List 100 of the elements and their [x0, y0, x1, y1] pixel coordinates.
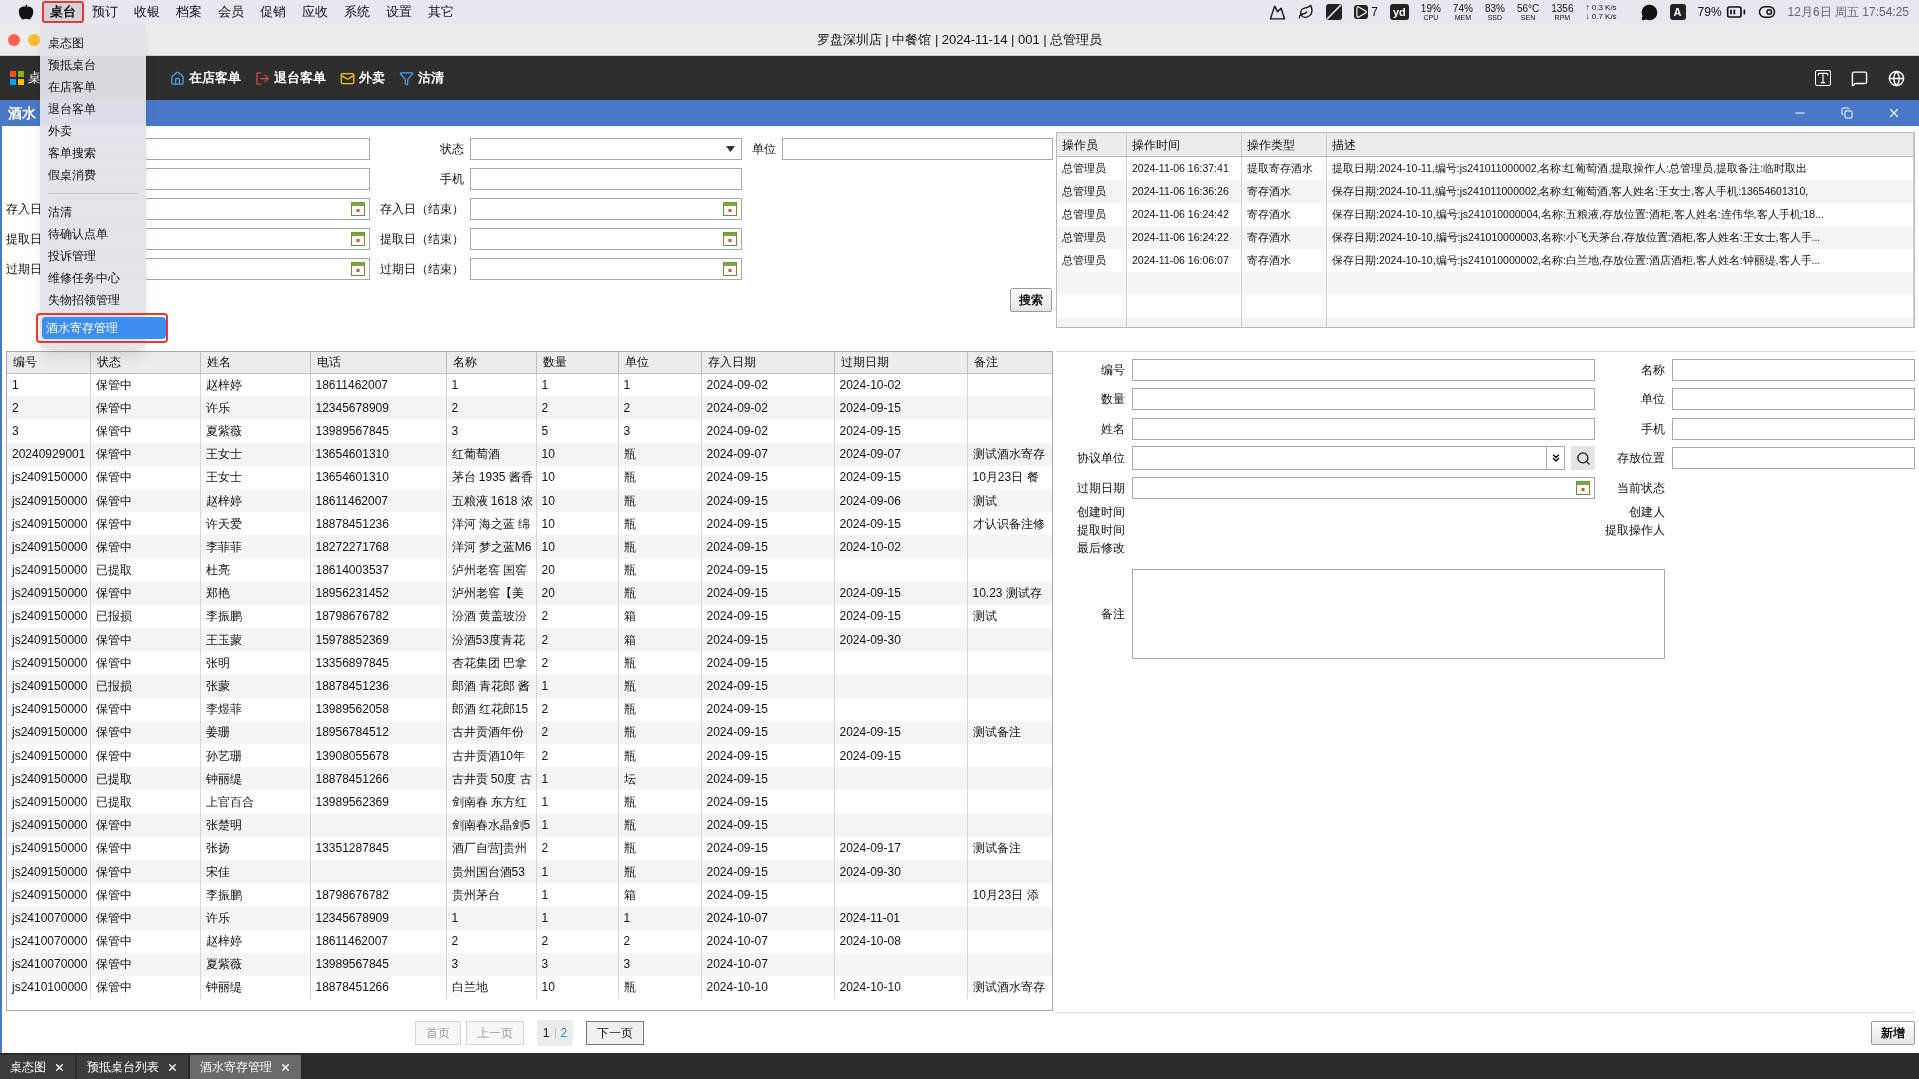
slash-icon[interactable] — [1326, 4, 1343, 20]
page-link[interactable]: 1 — [542, 1024, 550, 1042]
close-tab-icon[interactable] — [167, 1061, 178, 1073]
chat-icon[interactable] — [1640, 3, 1658, 21]
table-cell: 汾酒53度青花 — [451, 632, 525, 647]
close-tab-icon[interactable] — [54, 1061, 65, 1073]
app-logo[interactable]: yd — [1390, 4, 1409, 20]
column-header[interactable]: 备注 — [967, 352, 1052, 373]
table-cell: 18272271768 — [315, 539, 389, 554]
add-button[interactable]: 新增 — [1871, 1021, 1915, 1045]
menu-item[interactable]: 在店客单 — [44, 76, 142, 98]
column-header[interactable]: 状态 — [90, 352, 200, 373]
table-cell: 2024-09-02 — [706, 400, 768, 415]
leaf-icon[interactable] — [1298, 4, 1315, 20]
column-header[interactable]: 单位 — [618, 352, 701, 373]
table-cell: 2 — [623, 934, 631, 949]
menu-bar-item[interactable]: 桌台 — [42, 1, 84, 23]
menu-bar-item[interactable]: 预订 — [84, 1, 126, 23]
calendar-icon[interactable] — [723, 202, 737, 216]
input-field[interactable] — [1132, 417, 1595, 440]
tab[interactable]: 酒水寄存管理 — [190, 1055, 301, 1079]
column-header[interactable]: 操作时间 — [1127, 133, 1242, 156]
menu-item[interactable]: 投诉管理 — [44, 245, 142, 267]
menu-bar-item[interactable]: 系统 — [336, 1, 378, 23]
select-field[interactable] — [470, 138, 742, 160]
apple-icon[interactable] — [18, 4, 34, 20]
menu-bar-item[interactable]: 收银 — [126, 1, 168, 23]
menu-item[interactable]: 桌态图 — [44, 32, 142, 54]
input-source[interactable]: A — [1669, 4, 1686, 20]
input-field[interactable] — [1672, 417, 1915, 440]
input-field[interactable] — [470, 168, 742, 190]
calendar-icon[interactable] — [351, 232, 365, 246]
column-header[interactable]: 数量 — [536, 352, 618, 373]
table-cell: 10月23日 餐 — [972, 470, 1039, 485]
column-header[interactable]: 存入日期 — [701, 352, 834, 373]
table-cell: 2024-09-30 — [839, 864, 901, 879]
select-field[interactable] — [1132, 446, 1565, 471]
menu-item[interactable]: 外卖 — [44, 120, 142, 142]
column-header[interactable]: 操作员 — [1057, 133, 1127, 156]
restore-icon[interactable] — [1841, 107, 1853, 119]
input-field[interactable] — [1672, 388, 1915, 411]
calendar-icon[interactable] — [351, 202, 365, 216]
field-label: 状态 — [440, 141, 464, 158]
input-field[interactable] — [1672, 447, 1915, 470]
toolbar-button[interactable]: 在店客单 — [170, 68, 241, 88]
column-header[interactable]: 电话 — [310, 352, 446, 373]
toolbar-button[interactable]: 沽清 — [399, 68, 444, 88]
menu-bar-item[interactable]: 设置 — [378, 1, 420, 23]
calendar-icon[interactable] — [351, 262, 365, 276]
menu-item[interactable]: 预抵桌台 — [44, 54, 142, 76]
close-tab-icon[interactable] — [280, 1061, 291, 1073]
calendar-icon[interactable] — [1576, 480, 1590, 495]
menu-item[interactable]: 待确认点单 — [44, 223, 142, 245]
calendar-icon[interactable] — [723, 262, 737, 276]
table-cell: js2409150000 — [12, 748, 88, 763]
menu-bar-item[interactable]: 会员 — [210, 1, 252, 23]
search-button[interactable] — [1571, 446, 1595, 471]
input-field[interactable] — [782, 138, 1053, 160]
input-field[interactable] — [1132, 358, 1595, 381]
control-center-icon[interactable] — [1757, 3, 1776, 21]
calendar-icon[interactable] — [723, 232, 737, 246]
input-field[interactable] — [1672, 358, 1915, 381]
menu-bar-item[interactable]: 促销 — [252, 1, 294, 23]
menu-item[interactable]: 失物招领管理 — [44, 289, 142, 311]
clock[interactable]: 12月6日 周五 17:54:25 — [1787, 3, 1909, 21]
tab[interactable]: 预抵桌台列表 — [77, 1055, 188, 1079]
message-icon[interactable] — [1851, 69, 1868, 87]
windows-logo-icon[interactable] — [10, 71, 24, 85]
mountain-icon[interactable] — [1269, 3, 1287, 21]
globe-icon[interactable] — [1888, 69, 1905, 87]
menu-item[interactable]: 退台客单 — [44, 98, 142, 120]
date-field[interactable] — [1132, 476, 1595, 499]
toolbar-button[interactable]: 外卖 — [340, 68, 385, 88]
play-icon[interactable] — [1354, 5, 1369, 19]
column-header[interactable]: 名称 — [446, 352, 536, 373]
column-header[interactable]: 姓名 — [200, 352, 310, 373]
column-header[interactable]: 编号 — [7, 352, 90, 373]
menu-item[interactable]: 沽清 — [44, 201, 142, 223]
input-field[interactable] — [1132, 388, 1595, 411]
close-icon[interactable] — [1887, 106, 1901, 120]
column-header[interactable]: 描述 — [1327, 133, 1914, 156]
toolbar-button[interactable]: 退台客单 — [255, 68, 326, 88]
pager-button[interactable]: 下一页 — [586, 1021, 645, 1045]
menu-item[interactable]: 维修任务中心 — [44, 267, 142, 289]
date-field[interactable] — [470, 198, 742, 220]
menu-bar-item[interactable]: 应收 — [294, 1, 336, 23]
menu-item[interactable]: 假桌消费 — [44, 164, 142, 186]
remarks-field[interactable] — [1132, 568, 1665, 659]
search-button[interactable]: 搜索 — [1010, 288, 1052, 312]
table-cell: 张楚明 — [205, 818, 242, 833]
tab[interactable]: 桌态图 — [0, 1055, 75, 1079]
menu-item[interactable]: 客单搜索 — [44, 142, 142, 164]
date-field[interactable] — [470, 228, 742, 250]
text-size-icon[interactable] — [1815, 70, 1831, 86]
table-cell-text: 保存日期:2024-10-10,编号:js241010000003,名称:小飞天茅台,存放位置:酒柜,客人姓名:王女士,客人手... — [1332, 229, 1821, 245]
menu-bar-item[interactable]: 档案 — [168, 1, 210, 23]
menu-bar-item[interactable]: 其它 — [420, 1, 462, 23]
date-field[interactable] — [470, 258, 742, 280]
column-header[interactable]: 过期日期 — [834, 352, 967, 373]
column-header[interactable]: 操作类型 — [1242, 133, 1327, 156]
